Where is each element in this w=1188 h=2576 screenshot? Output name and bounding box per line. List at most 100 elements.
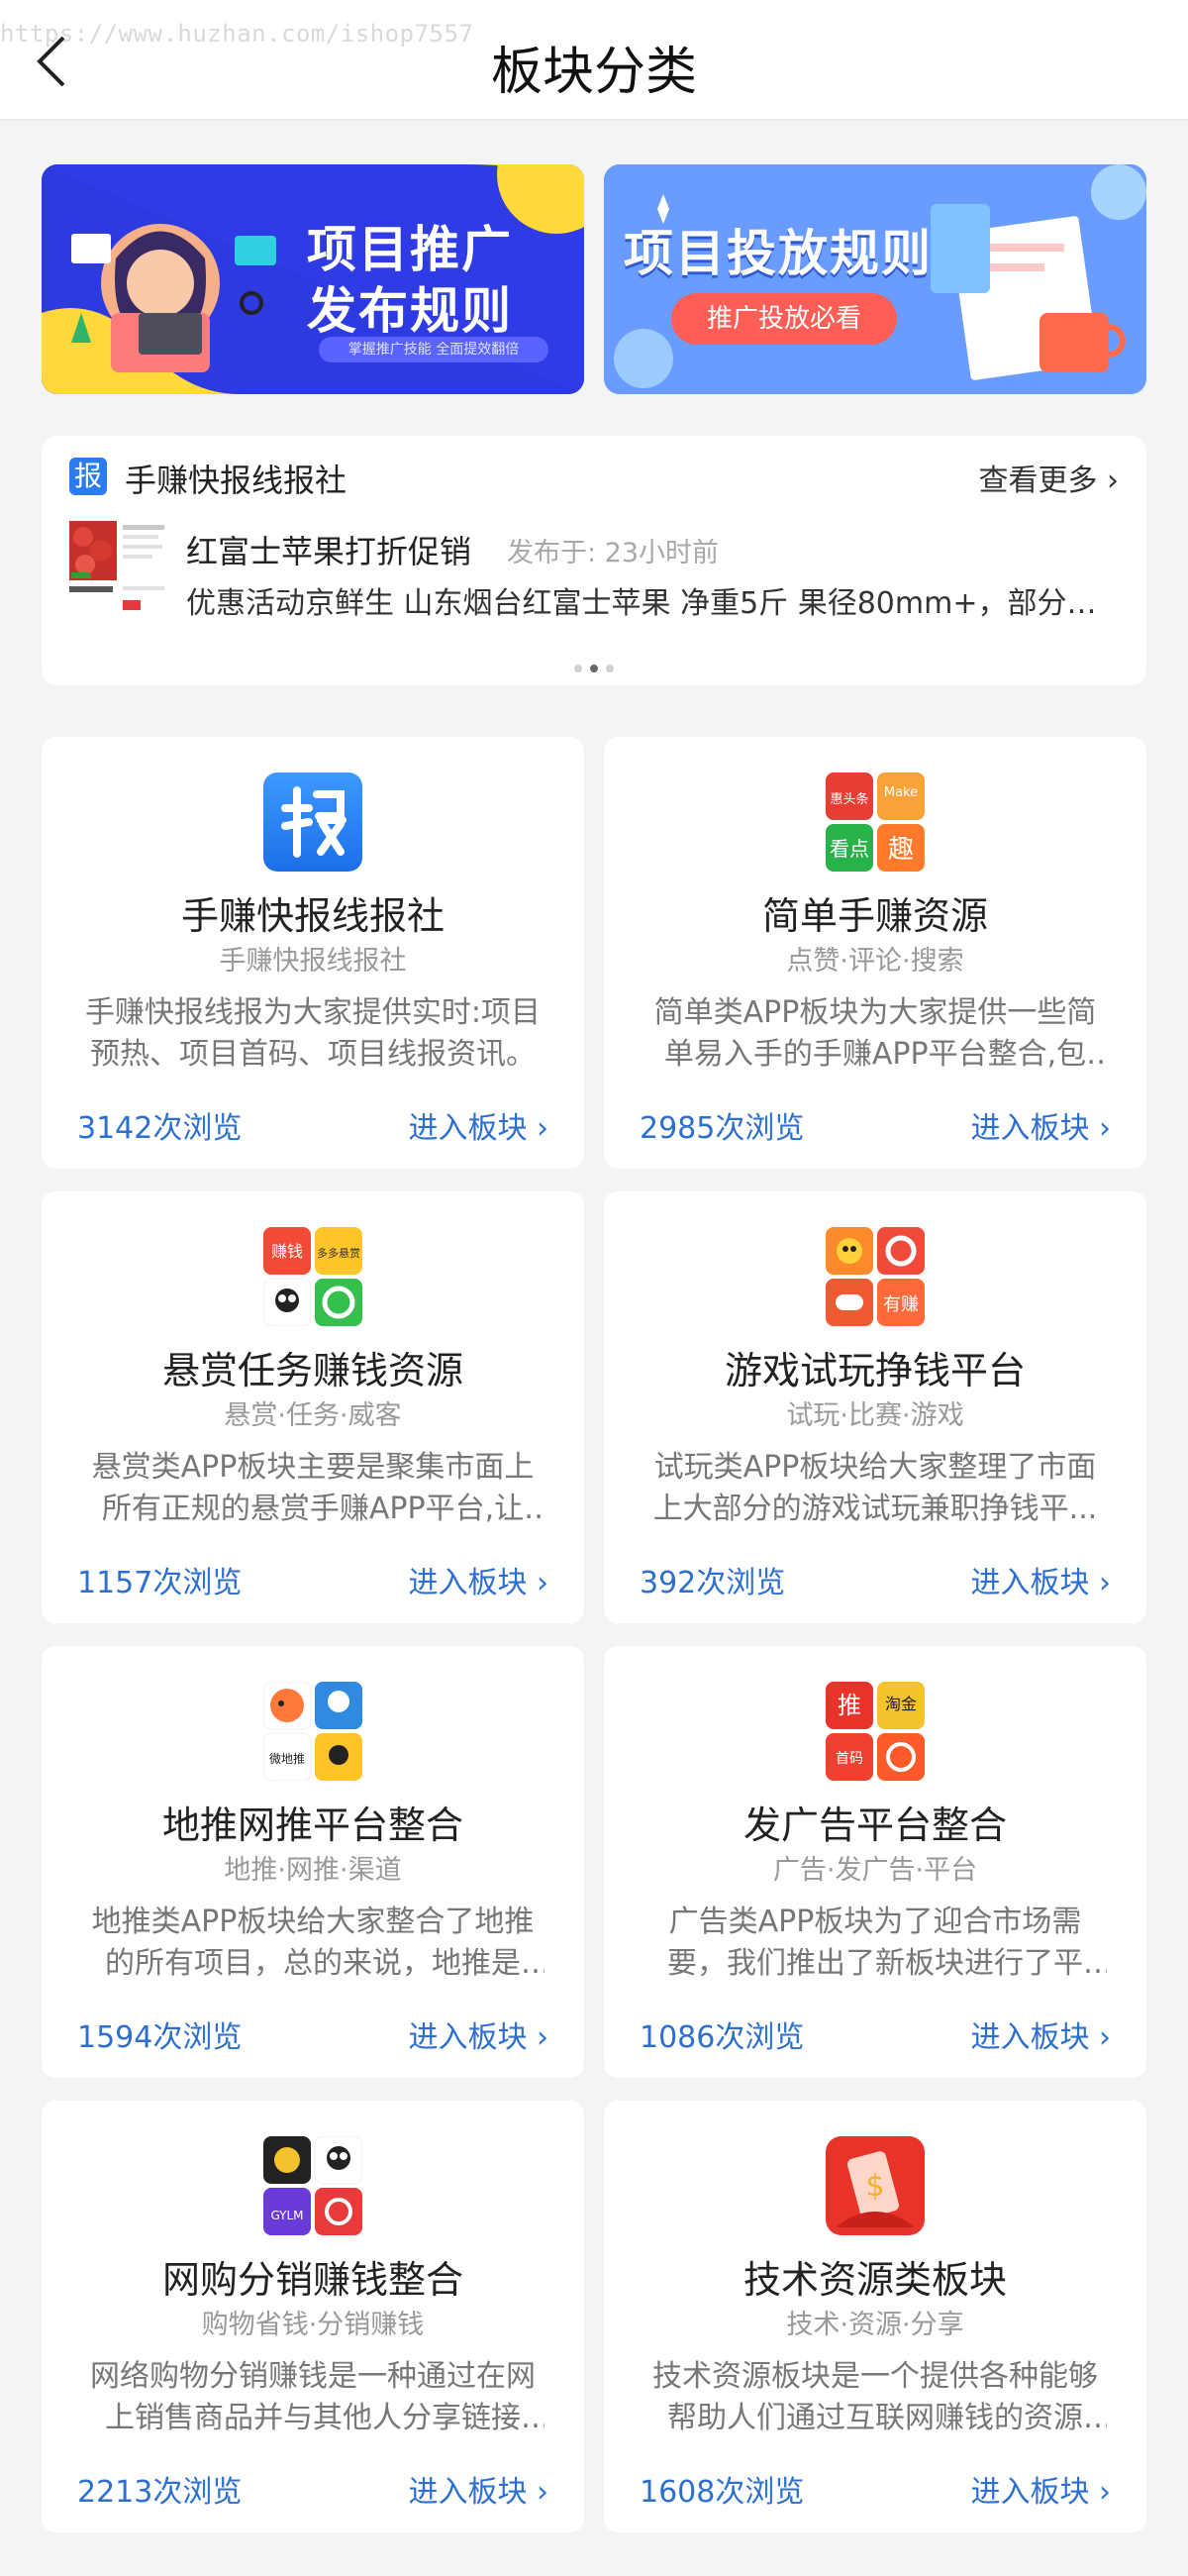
carousel-dots [42,658,1146,676]
card-tags: 点赞·评论·搜索 [786,946,964,977]
chevron-right-icon: › [527,1111,548,1146]
chevron-right-icon: › [527,2475,548,2510]
category-card-ad-platforms[interactable]: 推 淘金 首码 发广告平台整合 广告·发广告·平台 广告类APP板块为了迎合市场… [604,1646,1146,2078]
card-title: 手赚快报线报社 [180,894,445,938]
card-description: 广告类APP板块为了迎合市场需要，我们推出了新板块进行了平台... [667,1905,1083,1981]
chevron-right-icon: › [1089,1566,1111,1600]
view-more-link[interactable]: 查看更多 › [978,456,1119,499]
view-more-label: 查看更多 [978,464,1098,498]
news-item-time: 发布于: 23小时前 [507,538,720,568]
card-description: 悬赏类APP板块主要是聚集市面上所有正规的悬赏手赚APP平台,让大... [91,1450,535,1526]
card-title: 发广告平台整合 [742,1803,1007,1847]
enter-section-link[interactable]: 进入板块 › [408,2012,548,2056]
card-title: 简单手赚资源 [761,894,988,938]
money-phone-icon: $ [826,2136,925,2235]
card-view-count: 1594次浏览 [77,2020,243,2055]
app-collage-icon: 微地推 [262,1681,362,1782]
card-view-count: 2985次浏览 [640,1111,805,1146]
chevron-right-icon: › [1089,1111,1111,1146]
category-card-tech-resources[interactable]: $ 技术资源类板块 技术·资源·分享 技术资源板块是一个提供各种能够帮助人们通过… [604,2101,1146,2532]
icon-label: 首码 [836,1751,863,1767]
card-description: 技术资源板块是一个提供各种能够帮助人们通过互联网赚钱的资源和... [652,2359,1098,2435]
card-view-count: 392次浏览 [640,1566,786,1600]
icon-label: 微地推 [269,1752,305,1766]
card-tags: 手赚快报线报社 [219,946,407,977]
category-card-simple-apps[interactable]: 惠头条 Make 看点 趣 简单手赚资源 点赞·评论·搜索 简单类APP板块为大… [604,737,1146,1169]
banner2-pill: 推广投放必看 [671,293,897,345]
news-item-title[interactable]: 红富士苹果打折促销 [186,527,471,572]
enter-section-link[interactable]: 进入板块 › [408,2467,548,2511]
enter-section-link[interactable]: 进入板块 › [970,2012,1111,2056]
card-view-count: 1086次浏览 [640,2020,805,2055]
card-description: 简单类APP板块为大家提供一些简单易入手的手赚APP平台整合,包括... [653,995,1097,1072]
banner-placement-rules[interactable]: 项目投放规则 推广投放必看 [604,164,1146,394]
card-tags: 地推·网推·渠道 [224,1855,402,1886]
card-tags: 广告·发广告·平台 [772,1855,978,1886]
icon-label: 看点 [830,837,869,861]
enter-section-link[interactable]: 进入板块 › [408,1558,548,1601]
card-view-count: 1608次浏览 [640,2475,805,2510]
chevron-right-icon: › [1089,2020,1111,2055]
enter-label: 进入板块 [408,1566,528,1600]
card-description: 手赚快报线报为大家提供实时:项目预热、项目首码、项目线报资讯。 [84,995,542,1072]
enter-label: 进入板块 [970,2475,1090,2510]
app-collage-icon: GYLM [263,2135,363,2235]
app-collage-icon: 惠头条 Make 看点 趣 [826,773,925,872]
news-badge-icon: 报 [69,458,107,495]
banner1-tagline: 掌握推广技能 全面提效翻倍 [319,337,548,362]
carousel-dot[interactable] [574,665,582,672]
category-card-game-trial[interactable]: 有赚 游戏试玩挣钱平台 试玩·比赛·游戏 试玩类APP板块给大家整理了市面上大部… [604,1191,1146,1623]
enter-label: 进入板块 [970,2020,1090,2055]
enter-label: 进入板块 [970,1566,1090,1600]
enter-section-link[interactable]: 进入板块 › [970,1103,1111,1147]
card-description: 试玩类APP板块给大家整理了市面上大部分的游戏试玩兼职挣钱平... [652,1450,1098,1526]
card-tags: 购物省钱·分销赚钱 [201,2310,425,2340]
card-title: 游戏试玩挣钱平台 [724,1349,1026,1392]
card-title: 技术资源类板块 [742,2258,1007,2302]
icon-label: 淘金 [885,1695,917,1713]
news-ticker-card: 报 手赚快报线报社 查看更多 › 红富士苹果打折促销 发布于: 23小时前 优惠… [42,436,1146,685]
carousel-dot-active[interactable] [590,665,598,672]
category-card-quick-news[interactable]: 手赚快报线报社 手赚快报线报社 手赚快报线报为大家提供实时:项目预热、项目首码、… [42,737,584,1169]
banner-promotion-rules[interactable]: 项目推广 发布规则 掌握推广技能 全面提效翻倍 [42,164,584,394]
chevron-right-icon: › [527,1566,548,1600]
page-title: 板块分类 [490,43,697,102]
card-title: 网购分销赚钱整合 [161,2258,463,2302]
card-title: 地推网推平台整合 [161,1803,463,1847]
news-thumbnail[interactable] [69,521,168,620]
banner2-title: 项目投放规则 [624,225,933,282]
icon-label: 赚钱 [271,1242,303,1261]
icon-label: 推 [838,1692,861,1719]
enter-section-link[interactable]: 进入板块 › [970,2467,1111,2511]
category-card-bounty-tasks[interactable]: 赚钱 多多悬赏 悬赏任务赚钱资源 悬赏·任务·威客 悬赏类APP板块主要是聚集市… [42,1191,584,1623]
top-nav-bar: https://www.huzhan.com/ishop7557 板块分类 [0,0,1188,121]
icon-label: 趣 [888,835,914,865]
category-card-ecommerce-affiliate[interactable]: GYLM 网购分销赚钱整合 购物省钱·分销赚钱 网络购物分销赚钱是一种通过在网上… [42,2101,584,2532]
enter-label: 进入板块 [408,2020,528,2055]
carousel-dot[interactable] [606,665,614,672]
enter-label: 进入板块 [408,1111,528,1146]
enter-section-link[interactable]: 进入板块 › [970,1558,1111,1601]
banner1-line2: 发布规则 [307,282,513,340]
app-collage-icon: 推 淘金 首码 [826,1682,925,1781]
chevron-right-icon: › [527,2020,548,2055]
category-card-ground-promo[interactable]: 微地推 地推网推平台整合 地推·网推·渠道 地推类APP板块给大家整合了地推的所… [42,1646,584,2078]
app-collage-icon: 有赚 [826,1227,925,1326]
card-view-count: 2213次浏览 [77,2475,243,2510]
icon-label: 有赚 [883,1294,919,1315]
card-view-count: 1157次浏览 [77,1566,243,1600]
icon-label: 多多悬赏 [317,1246,360,1260]
card-title: 悬赏任务赚钱资源 [161,1349,463,1392]
news-section-title: 手赚快报线报社 [125,462,347,499]
card-tags: 试玩·比赛·游戏 [786,1400,964,1431]
svg-text:$: $ [865,2169,884,2204]
app-collage-icon: 赚钱 多多悬赏 [262,1227,362,1327]
chevron-right-icon: › [1097,464,1119,498]
enter-label: 进入板块 [970,1111,1090,1146]
card-tags: 技术·资源·分享 [786,2310,964,2340]
icon-label: 惠头条 [830,791,868,807]
news-item-desc[interactable]: 优惠活动京鲜生 山东烟台红富士苹果 净重5斤 果径80mm+，部分用... [186,578,1117,622]
enter-section-link[interactable]: 进入板块 › [408,1103,548,1147]
enter-label: 进入板块 [408,2475,528,2510]
card-view-count: 3142次浏览 [77,1111,243,1146]
